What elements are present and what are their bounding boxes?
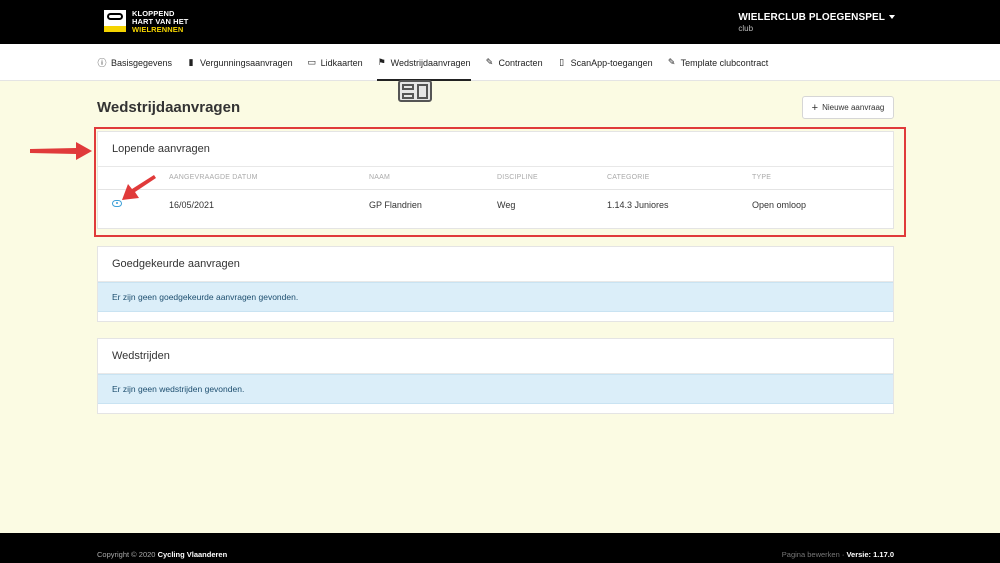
signature-icon: ✎: [667, 57, 676, 67]
book-icon: ▮: [188, 57, 194, 67]
version-label: Versie: 1.17.0: [846, 550, 894, 559]
info-icon: ⓘ: [97, 58, 107, 68]
account-name: WIELERCLUB PLOEGENSPEL: [738, 12, 885, 23]
account-menu[interactable]: WIELERCLUB PLOEGENSPEL club: [738, 12, 895, 33]
flag-icon: ⚑: [377, 57, 386, 67]
nav-vergunningsaanvragen[interactable]: ▮ Vergunningsaanvragen: [186, 44, 293, 81]
nav-scanapp-toegangen[interactable]: ▯ ScanApp-toegangen: [557, 44, 653, 81]
nav-basisgegevens[interactable]: ⓘ Basisgegevens: [97, 44, 172, 81]
signature-icon: ✎: [485, 57, 494, 67]
main-nav: ⓘ Basisgegevens ▮ Vergunningsaanvragen ▭ Li…: [0, 44, 1000, 81]
nav-wedstrijdaanvragen[interactable]: ⚑ Wedstrijdaanvragen: [376, 44, 471, 81]
page-title: Wedstrijdaanvragen: [97, 99, 241, 116]
brand-line-3: WIELRENNEN: [132, 25, 184, 34]
approved-requests-panel: Goedgekeurde aanvragen Er zijn geen goed…: [97, 246, 894, 322]
races-title: Wedstrijden: [98, 339, 893, 374]
plus-icon: +: [811, 101, 819, 114]
new-request-button[interactable]: + Nieuwe aanvraag: [802, 96, 894, 119]
approved-empty-message: Er zijn geen goedgekeurde aanvragen gevo…: [98, 282, 893, 312]
nav-lidkaarten[interactable]: ▭ Lidkaarten: [307, 44, 362, 81]
top-bar: KLOPPEND HART VAN HET WIELRENNEN WIELERC…: [0, 0, 1000, 44]
nav-contracten[interactable]: ✎ Contracten: [485, 44, 543, 81]
window-switch-icon[interactable]: [398, 80, 432, 102]
highlight-box: [94, 127, 906, 237]
races-empty-message: Er zijn geen wedstrijden gevonden.: [98, 374, 893, 404]
edit-page-link[interactable]: Pagina bewerken: [782, 550, 840, 559]
approved-requests-title: Goedgekeurde aanvragen: [98, 247, 893, 282]
footer: Copyright © 2020 Cycling Vlaanderen Pagi…: [0, 533, 1000, 563]
caret-down-icon: [889, 15, 895, 20]
brand-logo[interactable]: KLOPPEND HART VAN HET WIELRENNEN: [104, 10, 188, 34]
arrow-right-annotation: [30, 142, 92, 160]
nav-template-clubcontract[interactable]: ✎ Template clubcontract: [667, 44, 768, 81]
card-icon: ▭: [307, 57, 316, 67]
races-panel: Wedstrijden Er zijn geen wedstrijden gev…: [97, 338, 894, 414]
copyright: Copyright © 2020 Cycling Vlaanderen: [97, 550, 228, 559]
cycling-logo-icon: [104, 10, 126, 32]
phone-icon: ▯: [559, 57, 565, 67]
arrow-diagonal-annotation: [122, 175, 156, 200]
account-role: club: [738, 24, 754, 33]
